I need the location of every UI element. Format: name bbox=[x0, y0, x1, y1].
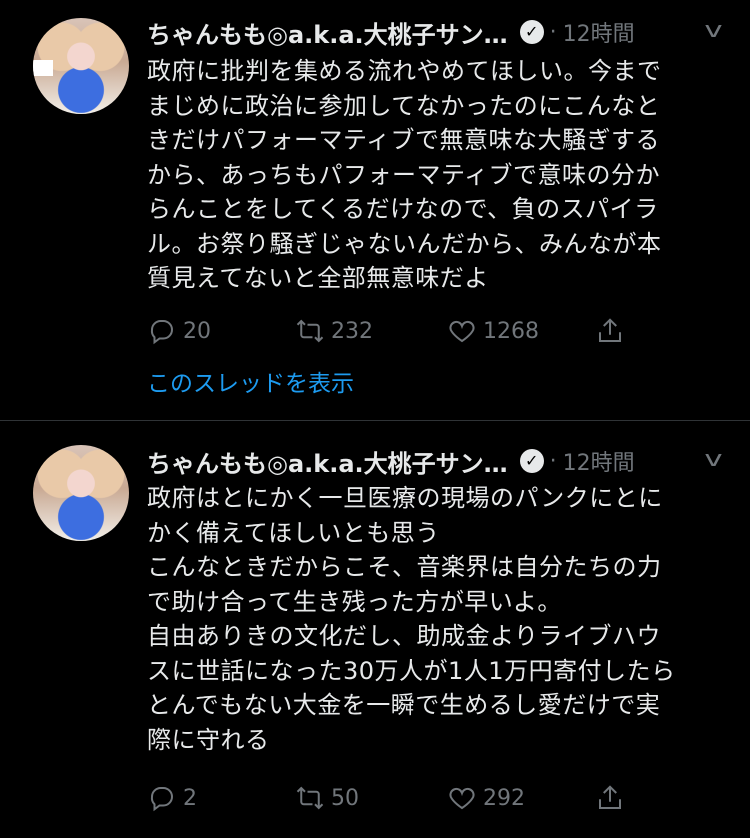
retweet-button[interactable]: 50 bbox=[295, 783, 359, 813]
like-button[interactable]: 1268 bbox=[447, 316, 539, 346]
reply-button[interactable]: 2 bbox=[147, 783, 197, 813]
like-button[interactable]: 292 bbox=[447, 783, 525, 813]
show-thread-link[interactable]: このスレッドを表示 bbox=[147, 364, 354, 398]
share-icon bbox=[599, 785, 621, 809]
retweet-count: 50 bbox=[331, 785, 359, 811]
share-icon bbox=[599, 318, 621, 342]
tweet-2[interactable]: ちゃんもも◎a.k.a.大桃子サン… ✓ · 12時間 v 政府はとにかく一旦医… bbox=[0, 421, 750, 838]
tweet-header: ちゃんもも◎a.k.a.大桃子サン… ✓ · 12時間 v bbox=[147, 443, 730, 479]
heart-icon bbox=[449, 787, 475, 810]
retweet-icon bbox=[296, 319, 324, 343]
display-name[interactable]: ちゃんもも◎a.k.a.大桃子サン… bbox=[147, 444, 508, 479]
retweet-icon bbox=[296, 786, 324, 810]
avatar[interactable] bbox=[33, 18, 129, 114]
tweet-text: 政府に批判を集める流れやめてほしい。今まで まじめに政治に参加してなかったのにこ… bbox=[147, 57, 662, 292]
chevron-down-icon[interactable]: v bbox=[704, 447, 722, 472]
reply-button[interactable]: 20 bbox=[147, 316, 211, 346]
share-button[interactable] bbox=[595, 316, 625, 346]
like-count: 1268 bbox=[483, 318, 539, 344]
tweet-1[interactable]: ちゃんもも◎a.k.a.大桃子サン… ✓ · 12時間 v 政府に批判を集める流… bbox=[0, 0, 750, 420]
avatar[interactable] bbox=[33, 445, 129, 541]
timestamp[interactable]: 12時間 bbox=[563, 445, 635, 477]
reply-icon bbox=[150, 320, 173, 345]
like-count: 292 bbox=[483, 785, 525, 811]
verified-badge-icon: ✓ bbox=[519, 449, 544, 473]
tweet-header: ちゃんもも◎a.k.a.大桃子サン… ✓ · 12時間 v bbox=[147, 14, 730, 50]
retweet-button[interactable]: 232 bbox=[295, 316, 373, 346]
share-button[interactable] bbox=[595, 783, 625, 813]
reply-icon bbox=[150, 787, 173, 812]
verified-badge-icon: ✓ bbox=[519, 20, 544, 44]
tweet-actions: 2 50 292 bbox=[147, 783, 647, 813]
display-name[interactable]: ちゃんもも◎a.k.a.大桃子サン… bbox=[147, 15, 508, 50]
retweet-count: 232 bbox=[331, 318, 373, 344]
heart-icon bbox=[449, 320, 475, 343]
timestamp[interactable]: 12時間 bbox=[563, 16, 635, 48]
chevron-down-icon[interactable]: v bbox=[704, 18, 722, 43]
tweet-text: 政府はとにかく一旦医療の現場のパンクにとに かく備えてほしいとも思う こんなとき… bbox=[147, 484, 676, 754]
reply-count: 20 bbox=[183, 318, 211, 344]
separator-dot: · bbox=[549, 448, 557, 474]
tweet-actions: 20 232 1268 bbox=[147, 316, 647, 346]
reply-count: 2 bbox=[183, 785, 197, 811]
separator-dot: · bbox=[549, 19, 557, 45]
